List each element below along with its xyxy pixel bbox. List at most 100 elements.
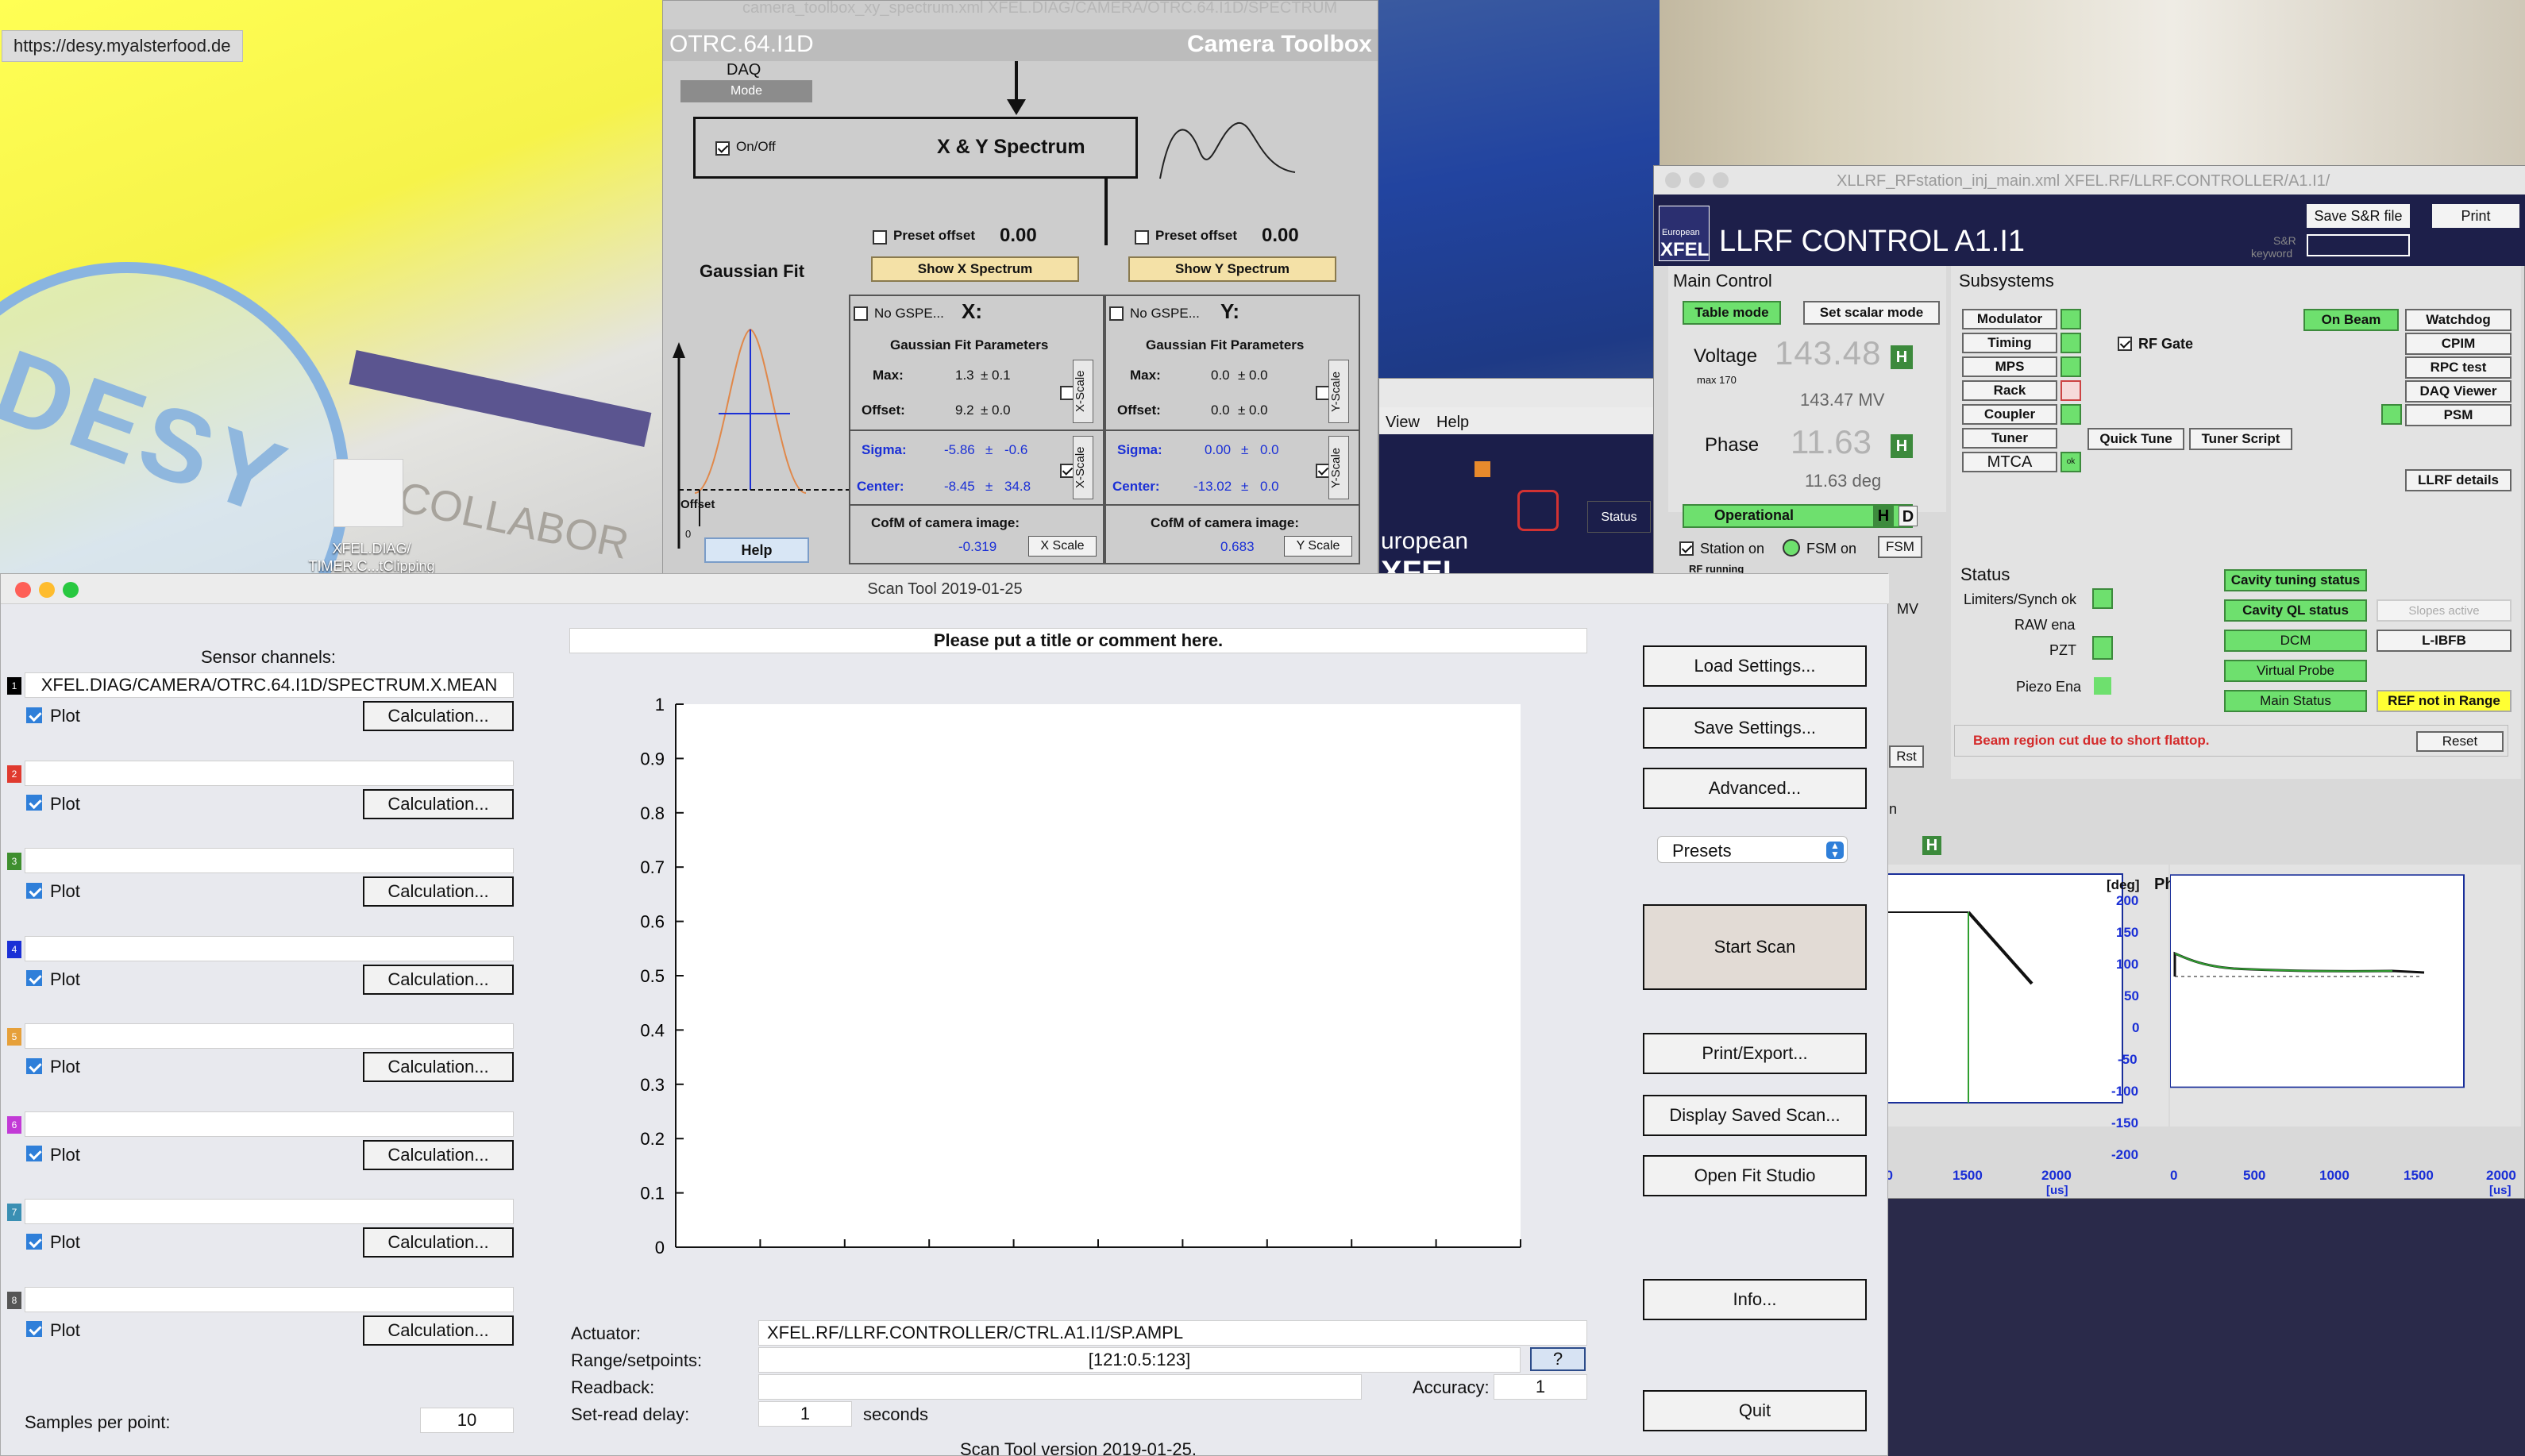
y-scale-button[interactable]: Y Scale: [1284, 536, 1352, 557]
channel-input[interactable]: [25, 1111, 514, 1137]
load-settings-button[interactable]: Load Settings...: [1643, 645, 1867, 687]
plot-checkbox[interactable]: [26, 881, 42, 899]
plot-checkbox[interactable]: [26, 1320, 42, 1339]
slopes-active-button[interactable]: Slopes active: [2377, 599, 2512, 622]
tuner-button[interactable]: Tuner: [1962, 428, 2057, 449]
middle-phone-icon[interactable]: [1517, 490, 1559, 531]
display-saved-scan-button[interactable]: Display Saved Scan...: [1643, 1095, 1867, 1136]
operational-h[interactable]: H: [1873, 506, 1894, 526]
info-button[interactable]: Info...: [1643, 1279, 1867, 1320]
onoff-checkbox[interactable]: [715, 139, 730, 157]
phase-h-button[interactable]: H: [1891, 434, 1913, 458]
calculation-button[interactable]: Calculation...: [363, 964, 514, 995]
plot-checkbox[interactable]: [26, 1232, 42, 1250]
channel-input[interactable]: XFEL.DIAG/CAMERA/OTRC.64.I1D/SPECTRUM.X.…: [25, 672, 514, 698]
x-scale-button[interactable]: X Scale: [1028, 536, 1097, 557]
quick-tune-button[interactable]: Quick Tune: [2087, 428, 2184, 450]
plot-checkbox[interactable]: [26, 1145, 42, 1163]
menu-help[interactable]: Help: [1436, 414, 1469, 432]
coupler-button[interactable]: Coupler: [1962, 404, 2057, 425]
calculation-button[interactable]: Calculation...: [363, 1052, 514, 1082]
station-on-checkbox[interactable]: [1679, 539, 1694, 557]
advanced-button[interactable]: Advanced...: [1643, 768, 1867, 809]
range-help-button[interactable]: ?: [1530, 1347, 1586, 1371]
channel-input[interactable]: [25, 1023, 514, 1049]
plot-title-input[interactable]: Please put a title or comment here.: [569, 628, 1587, 653]
range-input[interactable]: [121:0.5:123]: [758, 1347, 1521, 1373]
print-export-button[interactable]: Print/Export...: [1643, 1033, 1867, 1074]
table-mode-button[interactable]: Table mode: [1683, 301, 1781, 325]
start-scan-button[interactable]: Start Scan: [1643, 904, 1867, 990]
cpim-button[interactable]: CPIM: [2405, 333, 2512, 355]
ref-range-indicator[interactable]: REF not in Range: [2377, 690, 2512, 712]
channel-input[interactable]: [25, 1286, 514, 1312]
keyword-input[interactable]: [2307, 234, 2410, 256]
on-beam-button[interactable]: On Beam: [2303, 309, 2399, 331]
llrf-zoom-button[interactable]: [1713, 172, 1729, 188]
desktop-file-icon[interactable]: [333, 459, 403, 527]
presets-select[interactable]: Presets ▲ ▼: [1657, 836, 1848, 863]
quit-button[interactable]: Quit: [1643, 1390, 1867, 1431]
menu-view[interactable]: View: [1386, 414, 1420, 432]
plot-checkbox[interactable]: [26, 1057, 42, 1075]
delay-input[interactable]: 1: [758, 1401, 852, 1427]
virtual-probe-button[interactable]: Virtual Probe: [2224, 660, 2367, 682]
show-x-spectrum-button[interactable]: Show X Spectrum: [871, 256, 1079, 282]
libfb-button[interactable]: L-IBFB: [2377, 630, 2512, 652]
voltage-h-button[interactable]: H: [1891, 345, 1913, 369]
calculation-button[interactable]: Calculation...: [363, 701, 514, 731]
calculation-button[interactable]: Calculation...: [363, 788, 514, 819]
psm-button[interactable]: PSM: [2405, 404, 2512, 426]
llrf-close-button[interactable]: [1665, 172, 1681, 188]
calculation-button[interactable]: Calculation...: [363, 1227, 514, 1258]
accuracy-input[interactable]: 1: [1494, 1374, 1587, 1400]
modulator-button[interactable]: Modulator: [1962, 309, 2057, 329]
rpc-test-button[interactable]: RPC test: [2405, 356, 2512, 379]
daq-viewer-button[interactable]: DAQ Viewer: [2405, 380, 2512, 403]
daq-mode-button[interactable]: Mode: [680, 80, 812, 102]
main-status-button[interactable]: Main Status: [2224, 690, 2367, 712]
channel-input[interactable]: [25, 760, 514, 786]
llrf-minimize-button[interactable]: [1689, 172, 1705, 188]
save-sr-button[interactable]: Save S&R file: [2307, 204, 2410, 228]
mps-button[interactable]: MPS: [1962, 356, 2057, 377]
calculation-button[interactable]: Calculation...: [363, 876, 514, 907]
preset-y-value[interactable]: 0.00: [1262, 225, 1299, 247]
mtca-button[interactable]: MTCA: [1962, 452, 2057, 472]
voltage-setpoint[interactable]: 143.48: [1775, 334, 1881, 372]
channel-input[interactable]: [25, 848, 514, 873]
plot-checkbox[interactable]: [26, 794, 42, 812]
print-button[interactable]: Print: [2432, 204, 2519, 228]
middle-status-button[interactable]: Status: [1587, 501, 1651, 533]
phase-setpoint[interactable]: 11.63: [1791, 423, 1872, 461]
actuator-input[interactable]: XFEL.RF/LLRF.CONTROLLER/CTRL.A1.I1/SP.AM…: [758, 1320, 1587, 1346]
calculation-button[interactable]: Calculation...: [363, 1315, 514, 1346]
calculation-button[interactable]: Calculation...: [363, 1139, 514, 1170]
watchdog-button[interactable]: Watchdog: [2405, 309, 2512, 331]
preset-y-checkbox[interactable]: [1135, 228, 1149, 246]
operational-d-button[interactable]: D: [1899, 506, 1918, 526]
scalar-mode-button[interactable]: Set scalar mode: [1803, 301, 1940, 325]
plot-checkbox[interactable]: [26, 706, 42, 724]
preset-x-value[interactable]: 0.00: [1000, 225, 1037, 247]
save-settings-button[interactable]: Save Settings...: [1643, 707, 1867, 749]
tuner-script-button[interactable]: Tuner Script: [2189, 428, 2292, 450]
samples-input[interactable]: 10: [420, 1408, 514, 1433]
y-nogspe-checkbox[interactable]: [1109, 304, 1124, 322]
cavity-tuning-button[interactable]: Cavity tuning status: [2224, 569, 2367, 591]
show-y-spectrum-button[interactable]: Show Y Spectrum: [1128, 256, 1336, 282]
reset-button[interactable]: Reset: [2416, 731, 2504, 752]
channel-input[interactable]: [25, 1199, 514, 1224]
fsm-button[interactable]: FSM: [1878, 536, 1922, 558]
preset-x-checkbox[interactable]: [873, 228, 887, 246]
plot-checkbox[interactable]: [26, 969, 42, 988]
dcm-button[interactable]: DCM: [2224, 630, 2367, 652]
x-nogspe-checkbox[interactable]: [854, 304, 868, 322]
cavity-ql-button[interactable]: Cavity QL status: [2224, 599, 2367, 622]
help-button[interactable]: Help: [704, 537, 809, 563]
readback-input[interactable]: [758, 1374, 1362, 1400]
rst-button[interactable]: Rst: [1889, 745, 1924, 768]
channel-input[interactable]: [25, 935, 514, 961]
llrf-details-button[interactable]: LLRF details: [2405, 469, 2512, 491]
rf-gate-checkbox[interactable]: [2118, 334, 2132, 352]
